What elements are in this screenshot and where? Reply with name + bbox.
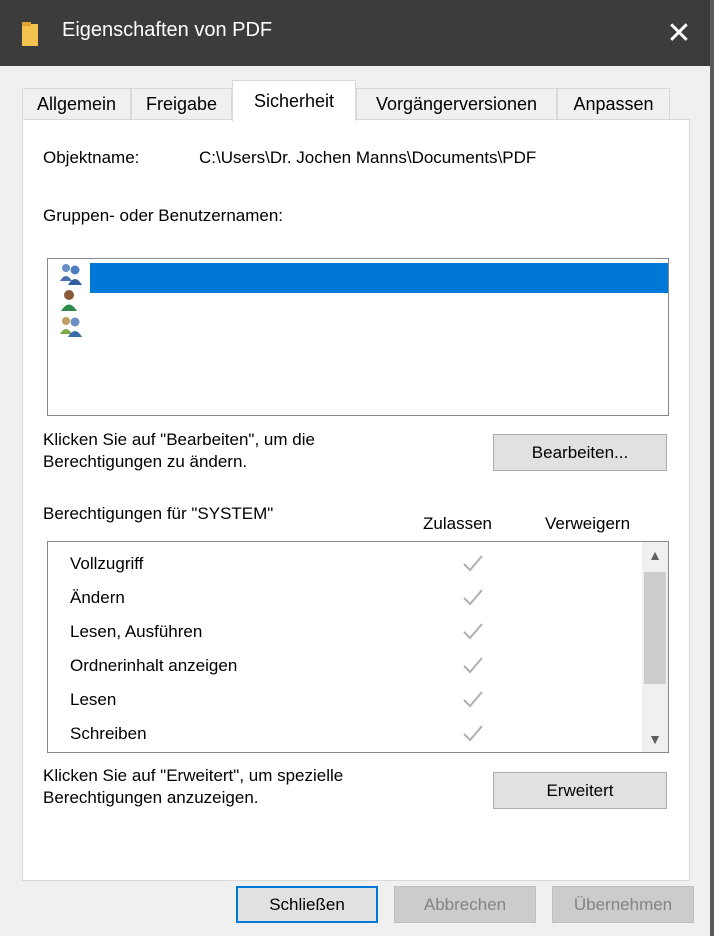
edit-button[interactable]: Bearbeiten...: [493, 434, 667, 471]
allow-check-icon: [463, 623, 483, 640]
users-listbox[interactable]: [47, 258, 669, 416]
tab-sicherheit[interactable]: Sicherheit: [232, 80, 356, 121]
window-title: Eigenschaften von PDF: [62, 19, 273, 41]
permission-name: Ändern: [70, 588, 125, 607]
single-user-icon: [61, 290, 77, 311]
group-users-icon: [60, 264, 82, 285]
group-users-icon: [60, 317, 82, 337]
tab-freigabe[interactable]: Freigabe: [131, 88, 232, 120]
folder-icon: [22, 22, 38, 46]
cancel-button[interactable]: Abbrechen: [394, 886, 536, 923]
edit-hint-line-2: Berechtigungen zu ändern.: [43, 452, 248, 471]
allow-check-icon: [463, 691, 483, 708]
title-bar[interactable]: Eigenschaften von PDF ✕: [0, 0, 710, 66]
column-deny: Verweigern: [545, 514, 631, 533]
apply-button[interactable]: Übernehmen: [552, 886, 694, 923]
permission-name: Schreiben: [70, 724, 147, 743]
permission-name: Vollzugriff: [70, 554, 144, 573]
security-tab-panel: Objektname: C:\Users\Dr. Jochen Manns\Do…: [22, 119, 690, 881]
scroll-down-icon[interactable]: ▼: [642, 726, 668, 752]
edit-hint-line-1: Klicken Sie auf "Bearbeiten", um die: [43, 430, 315, 449]
permission-row: Vollzugriff: [70, 548, 630, 582]
dialog-body: Allgemein Freigabe Sicherheit Vorgängerv…: [0, 66, 710, 936]
allow-check-icon: [463, 725, 483, 742]
tab-anpassen[interactable]: Anpassen: [557, 88, 670, 120]
scroll-thumb[interactable]: [644, 572, 666, 684]
advanced-hint-line-1: Klicken Sie auf "Erweitert", um speziell…: [43, 766, 344, 785]
close-icon[interactable]: ✕: [648, 0, 710, 66]
object-name-value: C:\Users\Dr. Jochen Manns\Documents\PDF: [199, 148, 537, 167]
permission-row: Schreiben: [70, 718, 630, 752]
advanced-hint-line-2: Berechtigungen anzuzeigen.: [43, 788, 259, 807]
advanced-button[interactable]: Erweitert: [493, 772, 667, 809]
column-allow: Zulassen: [423, 514, 492, 533]
scroll-up-icon[interactable]: ▲: [642, 542, 668, 568]
permission-row: Ordnerinhalt anzeigen: [70, 650, 630, 684]
allow-check-icon: [463, 555, 483, 572]
allow-check-icon: [463, 657, 483, 674]
close-button[interactable]: Schließen: [236, 886, 378, 923]
tab-allgemein[interactable]: Allgemein: [22, 88, 131, 120]
permission-name: Lesen, Ausführen: [70, 622, 203, 641]
properties-dialog: Eigenschaften von PDF ✕ Allgemein Freiga…: [0, 0, 710, 936]
permission-row: Lesen, Ausführen: [70, 616, 630, 650]
permissions-for-label: Berechtigungen für "SYSTEM": [43, 504, 274, 523]
permissions-scrollbar[interactable]: ▲ ▼: [642, 542, 668, 752]
permission-row: Lesen: [70, 684, 630, 718]
permission-row: Ändern: [70, 582, 630, 616]
tab-vorgaengerversionen[interactable]: Vorgängerversionen: [356, 88, 557, 120]
permission-name: Ordnerinhalt anzeigen: [70, 656, 238, 675]
permissions-list[interactable]: Vollzugriff Ändern Lesen, Ausführen Ordn…: [47, 541, 669, 753]
user-row[interactable]: [56, 311, 661, 345]
allow-check-icon: [463, 589, 483, 606]
permission-name: Lesen: [70, 690, 117, 709]
object-name-label: Objektname:: [43, 148, 140, 167]
groups-label: Gruppen- oder Benutzernamen:: [43, 206, 284, 225]
